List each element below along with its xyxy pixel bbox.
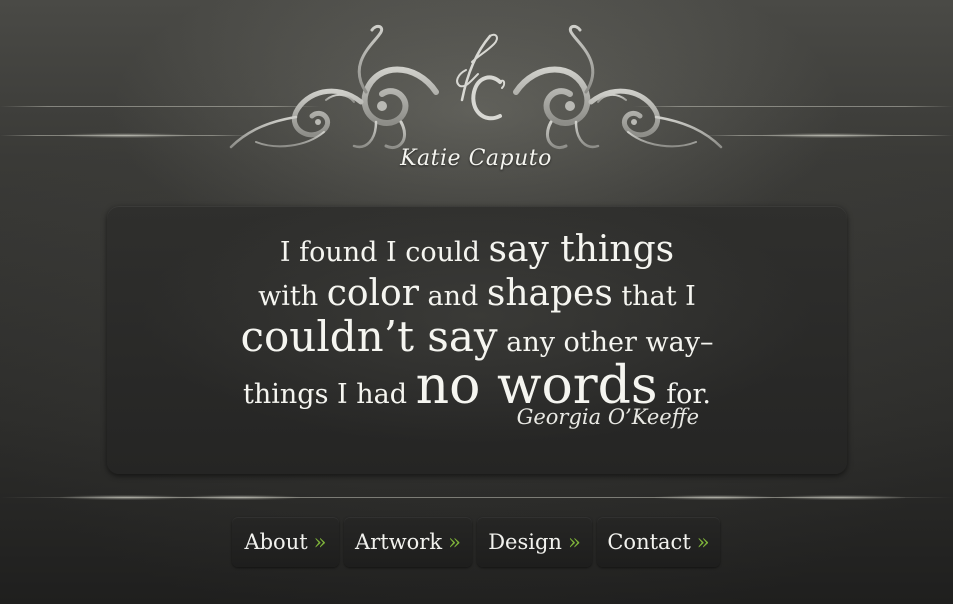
kc-monogram-icon (456, 33, 506, 121)
nav-label: Design (488, 530, 562, 554)
nav-label: Artwork (355, 530, 443, 554)
double-chevron-right-icon: » (696, 530, 710, 554)
nav-rule-diamond-center-left (180, 495, 300, 500)
nav-rule-diamond-center-right (655, 495, 775, 500)
quote-fragment: with (258, 281, 327, 312)
quote-fragment: any other way– (497, 327, 714, 358)
nav-rule-diamond-left (60, 495, 190, 500)
header-rule-left-diamond (60, 133, 190, 138)
quote-fragment: I found I could (279, 237, 489, 268)
double-chevron-right-icon: » (448, 530, 461, 554)
double-chevron-right-icon: » (567, 530, 581, 554)
brand-name[interactable]: Katie Caputo (396, 146, 556, 171)
quote-fragment: that I (612, 281, 696, 312)
nav-contact[interactable]: Contact» (597, 517, 720, 567)
quote-fragment: color (326, 273, 419, 314)
header-rule-right-diamond (763, 133, 893, 138)
quote-fragment: say things (488, 229, 675, 270)
main-nav: About» Artwork» Design» Contact» (232, 517, 720, 567)
nav-rule-diamond-right (775, 495, 905, 500)
nav-label: About (244, 530, 308, 554)
double-chevron-right-icon: » (313, 530, 327, 554)
quote-line: I found I could say things (107, 232, 847, 268)
nav-label: Contact (607, 530, 691, 554)
quote-fragment: couldn’t say (240, 312, 498, 361)
quote-fragment: shapes (486, 273, 613, 314)
quote-text: I found I could say things with color an… (107, 228, 847, 413)
quote-author: Georgia O’Keeffe (516, 405, 699, 429)
quote-line: couldn’t say any other way– (107, 316, 847, 358)
quote-line: with color and shapes that I (107, 276, 847, 312)
quote-panel: I found I could say things with color an… (107, 206, 847, 474)
nav-artwork[interactable]: Artwork» (344, 517, 472, 567)
nav-about[interactable]: About» (232, 517, 339, 567)
nav-design[interactable]: Design» (477, 517, 592, 567)
quote-fragment: and (418, 281, 487, 312)
